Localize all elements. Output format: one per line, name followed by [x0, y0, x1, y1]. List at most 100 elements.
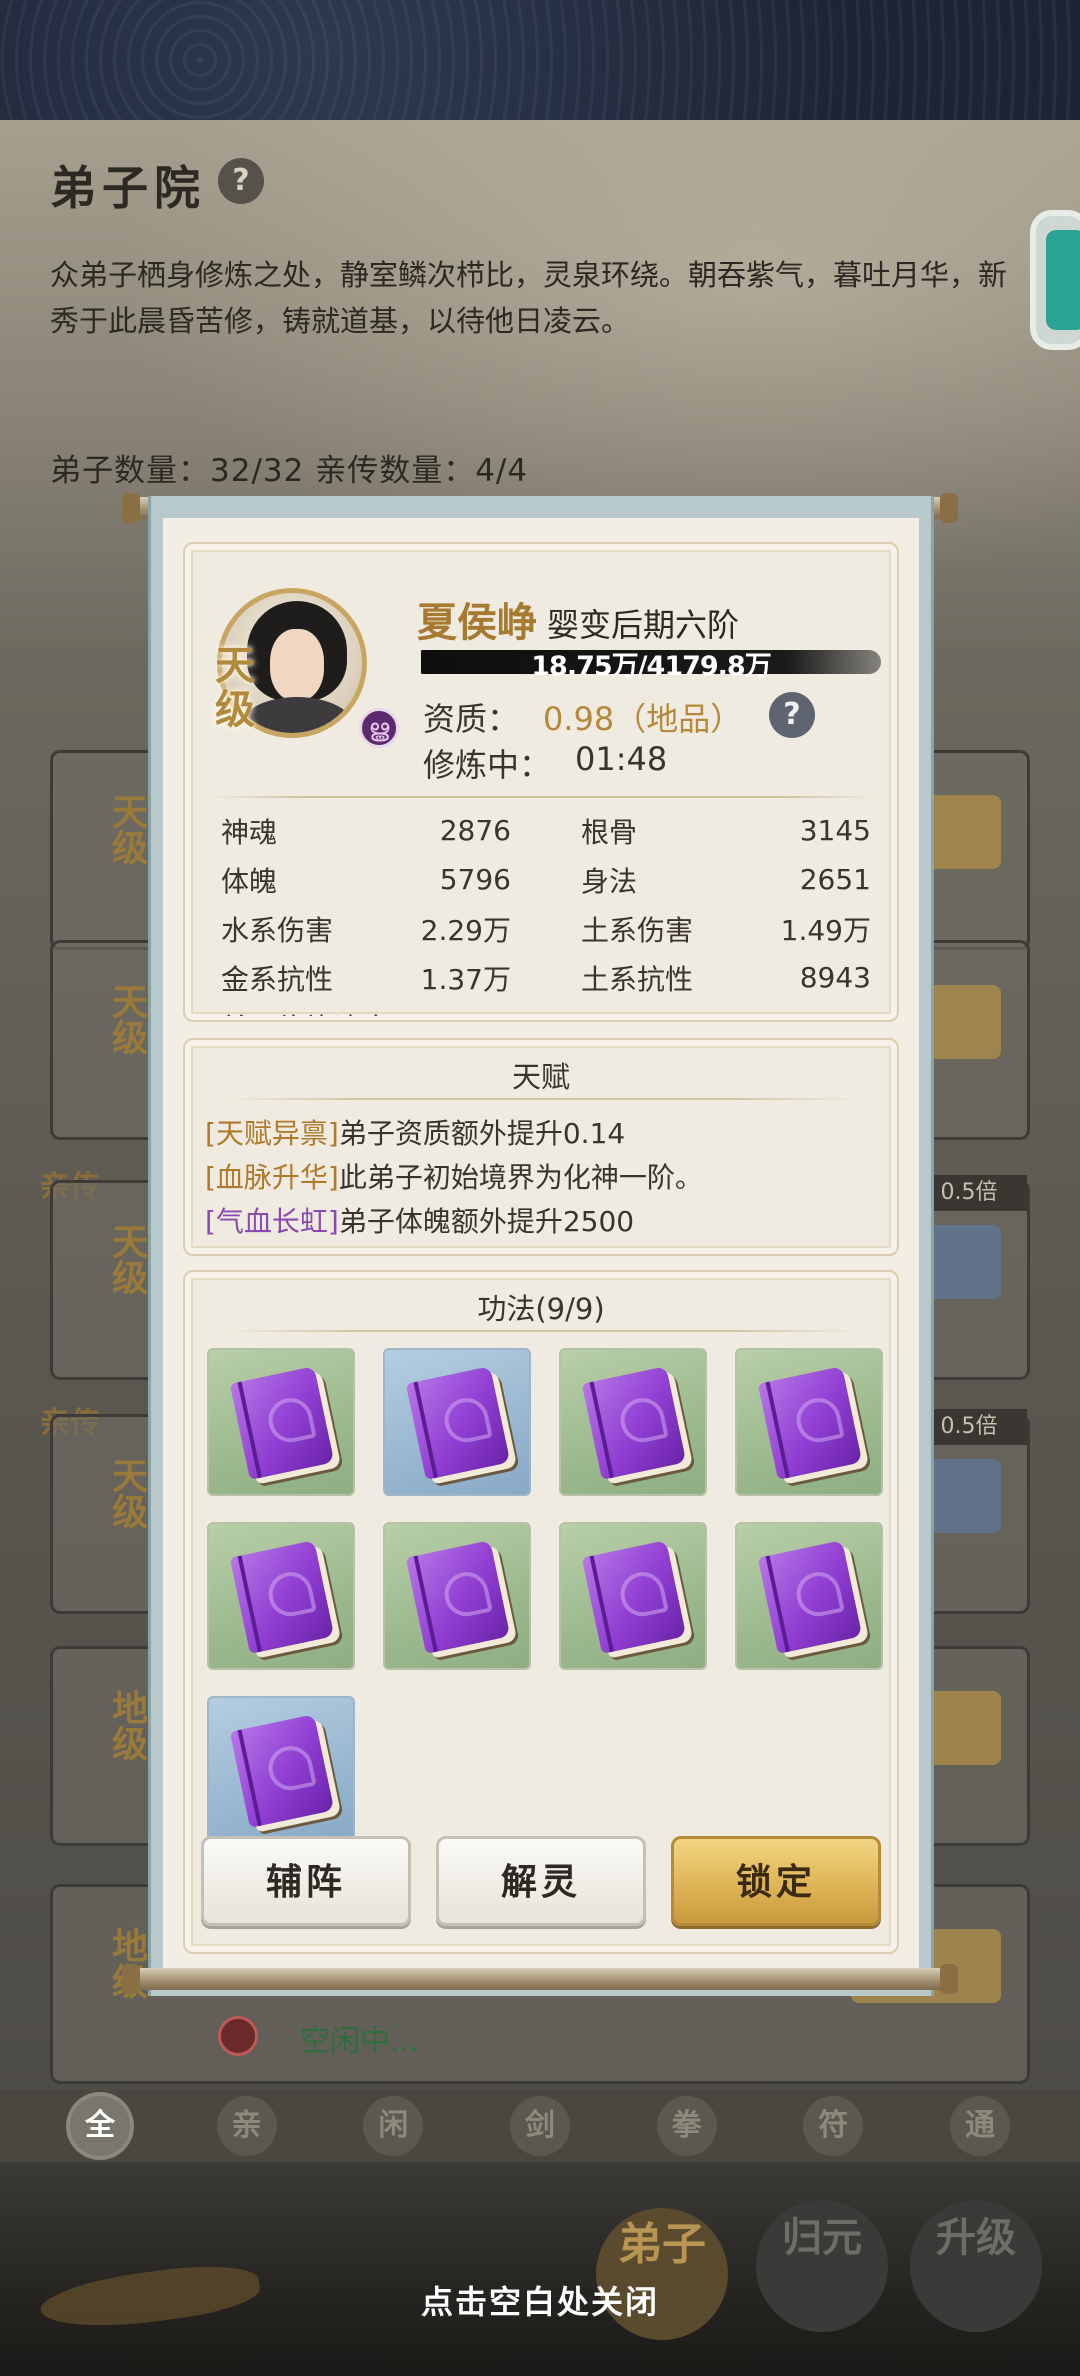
- stat-row: 根骨 3145: [581, 806, 871, 855]
- technique-slot[interactable]: [207, 1696, 355, 1844]
- grade-badge: 天级: [106, 1457, 148, 1529]
- techniques-grid: [207, 1348, 887, 1844]
- lock-button[interactable]: 锁定: [671, 1836, 881, 1926]
- release-button[interactable]: 解灵: [436, 1836, 646, 1926]
- swirl-icon: ൠ: [359, 708, 399, 748]
- purple-book-icon: [757, 1540, 863, 1654]
- aptitude-label: 资质：: [423, 700, 520, 738]
- grade-text: 天级: [215, 642, 255, 733]
- talent-tag: [气血长虹]: [205, 1205, 339, 1238]
- grade-badge: 天级: [215, 644, 259, 732]
- filter-qin[interactable]: 亲: [216, 2096, 277, 2156]
- purple-book-icon: [405, 1366, 511, 1480]
- stat-row: 身法 2651: [581, 855, 871, 904]
- technique-slot[interactable]: [735, 1522, 883, 1670]
- idle-status: 空闲中...: [300, 2024, 419, 2059]
- assist-button[interactable]: 辅阵: [201, 1836, 411, 1926]
- purple-book-icon: [581, 1366, 687, 1480]
- close-hint[interactable]: 点击空白处关闭: [0, 2277, 1080, 2323]
- talents-title: 天赋: [511, 1060, 570, 1094]
- technique-slot[interactable]: [559, 1348, 707, 1496]
- stat-label: 金系抗性: [221, 962, 334, 996]
- stat-row: 体魄 5796: [221, 855, 511, 904]
- stat-value: 5796: [439, 863, 511, 896]
- avatar-face: [270, 629, 324, 701]
- purple-book-icon: [229, 1540, 335, 1654]
- stat-value: 1.37万: [420, 962, 511, 996]
- technique-slot[interactable]: [559, 1522, 707, 1670]
- technique-slot[interactable]: [207, 1522, 355, 1670]
- divider: [225, 1330, 861, 1332]
- side-tab-icon[interactable]: [1030, 210, 1080, 350]
- cultivating-label: 修炼中：: [423, 746, 552, 784]
- stat-row: 土系抗性 8943: [581, 953, 871, 1002]
- stat-row: 神魂 2876: [221, 806, 511, 855]
- purple-book-icon: [581, 1540, 687, 1654]
- stat-row: 土系伤害 1.49万: [581, 904, 871, 953]
- action-buttons: 辅阵 解灵 锁定: [201, 1836, 881, 1926]
- techniques-title: 功法(9/9): [477, 1292, 605, 1326]
- purple-book-icon: [405, 1540, 511, 1654]
- filter-general[interactable]: 通: [949, 2096, 1010, 2156]
- realm-label: 婴变后期六阶: [547, 606, 740, 644]
- element-icon: [218, 2016, 258, 2056]
- help-icon[interactable]: ?: [769, 692, 815, 738]
- top-banner: [0, 0, 1080, 120]
- hall-description: 众弟子栖身修炼之处，静室鳞次栉比，灵泉环绕。朝吞紫气，暮吐月华，新秀于此晨昏苦修…: [50, 258, 1008, 338]
- talent-text: 弟子体魄额外提升2500: [338, 1205, 635, 1238]
- divider: [209, 796, 877, 798]
- stat-value: 8943: [799, 961, 871, 994]
- disciple-counts: 弟子数量：32/32 亲传数量：4/4: [50, 453, 529, 489]
- filter-sword[interactable]: 剑: [509, 2096, 570, 2156]
- stat-label: 体魄: [221, 864, 278, 898]
- grade-badge: 天级: [106, 983, 148, 1055]
- technique-slot[interactable]: [383, 1522, 531, 1670]
- grade-badge: 天级: [106, 1223, 148, 1295]
- filter-bar: 全 亲 闲 剑 拳 符 通: [0, 2090, 1080, 2162]
- aptitude-value: 0.98（地品）: [543, 700, 743, 738]
- stat-value: 1.49万: [780, 913, 871, 947]
- talent-text: 此弟子初始境界为化神一阶。: [338, 1161, 703, 1194]
- stat-row: 金系抗性 1.37万: [221, 953, 511, 1002]
- stat-label: 根骨: [581, 815, 638, 849]
- stat-value: 2651: [799, 863, 871, 896]
- grade-badge: 地级: [106, 1689, 148, 1761]
- stat-value: 2876: [439, 814, 511, 847]
- purple-book-icon: [229, 1714, 335, 1828]
- filter-fist[interactable]: 拳: [656, 2096, 717, 2156]
- talent-item: [天赋异禀]弟子资质额外提升0.14: [205, 1112, 625, 1152]
- technique-slot[interactable]: [207, 1348, 355, 1496]
- grade-badge: 天级: [106, 793, 148, 865]
- scroll-rod-bottom: [122, 1964, 958, 1994]
- stat-label: 土系伤害: [581, 913, 694, 947]
- stat-value: 3145: [799, 814, 871, 847]
- technique-slot[interactable]: [383, 1348, 531, 1496]
- stat-row: 弟子修炼速度 22.88万: [221, 1002, 511, 1017]
- hall-help-icon[interactable]: ?: [218, 158, 264, 204]
- stat-label: 神魂: [221, 815, 278, 849]
- cultivating-time: 01:48: [575, 740, 668, 778]
- disciple-name: 夏侯峥: [417, 599, 537, 646]
- stat-row: [581, 1002, 871, 1016]
- purple-book-icon: [229, 1366, 335, 1480]
- filter-talisman[interactable]: 符: [803, 2096, 864, 2156]
- modal-paper: 天级 ൠ 夏侯峥 婴变后期六阶 18.75万/4179.8万 资质： 0.98（…: [163, 518, 919, 1974]
- talent-text: 弟子资质额外提升0.14: [338, 1117, 626, 1150]
- profile-section: 天级 ൠ 夏侯峥 婴变后期六阶 18.75万/4179.8万 资质： 0.98（…: [183, 542, 899, 1022]
- exp-text: 18.75万/4179.8万: [531, 651, 771, 682]
- disciple-detail-modal: 天级 ൠ 夏侯峥 婴变后期六阶 18.75万/4179.8万 资质： 0.98（…: [148, 496, 934, 1996]
- stat-value: 22.88万: [395, 1007, 503, 1017]
- talents-section: 天赋 [天赋异禀]弟子资质额外提升0.14 [血脉升华]此弟子初始境界为化神一阶…: [183, 1038, 899, 1256]
- filter-all[interactable]: 全: [70, 2096, 130, 2156]
- technique-slot[interactable]: [735, 1348, 883, 1496]
- talent-item: [血脉升华]此弟子初始境界为化神一阶。: [205, 1156, 703, 1196]
- talent-tag: [天赋异禀]: [205, 1117, 339, 1150]
- stats-grid[interactable]: 神魂 2876 根骨 3145 体魄 5796 身法 2651 水系伤害 2.29万 土系…: [221, 806, 871, 1016]
- stat-label: 弟子修炼速度: [221, 1007, 389, 1017]
- divider: [225, 1098, 861, 1100]
- stat-label: 水系伤害: [221, 913, 334, 947]
- talent-tag: [血脉升华]: [205, 1161, 339, 1194]
- purple-book-icon: [757, 1366, 863, 1480]
- stat-row: 水系伤害 2.29万: [221, 904, 511, 953]
- filter-idle[interactable]: 闲: [363, 2096, 424, 2156]
